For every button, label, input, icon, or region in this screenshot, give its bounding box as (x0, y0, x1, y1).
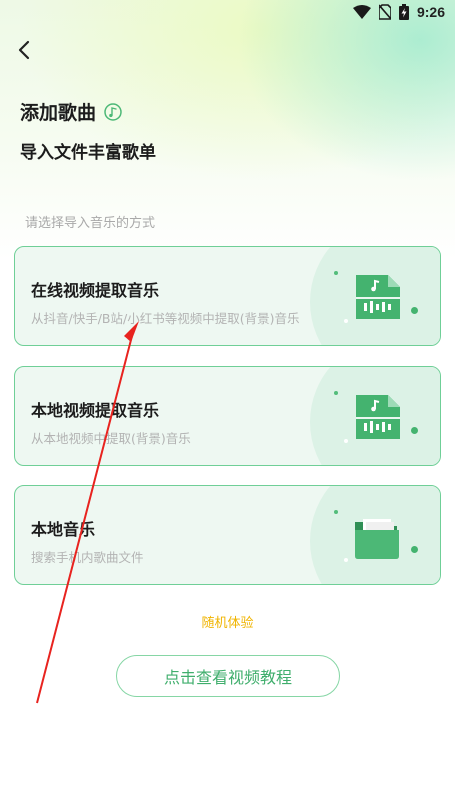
music-note-icon (104, 102, 122, 121)
decor-dot (411, 427, 418, 434)
no-sim-icon (378, 4, 391, 20)
decor-dot (411, 546, 418, 553)
title-row: 添加歌曲 (20, 98, 122, 125)
card-title: 本地音乐 (31, 522, 96, 539)
audio-file-icon (356, 275, 400, 319)
online-video-extract-card[interactable]: 在线视频提取音乐 从抖音/快手/B站/小红书等视频中提取(背景)音乐 (14, 246, 441, 346)
decor-dot (344, 558, 348, 562)
battery-icon (398, 4, 409, 20)
local-video-extract-card[interactable]: 本地视频提取音乐 从本地视频中提取(背景)音乐 (14, 366, 441, 466)
decor-dot (411, 307, 418, 314)
decor-dot (334, 391, 338, 395)
page-title: 添加歌曲 (20, 103, 97, 124)
card-description: 从本地视频中提取(背景)音乐 (31, 431, 191, 446)
page-subtitle: 导入文件丰富歌单 (20, 143, 156, 162)
import-method-hint: 请选择导入音乐的方式 (25, 216, 156, 231)
card-title: 在线视频提取音乐 (31, 283, 160, 300)
folder-icon (355, 519, 399, 559)
chevron-left-icon (18, 40, 30, 60)
card-description: 搜索手机内歌曲文件 (31, 550, 144, 565)
decor-dot (334, 510, 338, 514)
decor-dot (344, 439, 348, 443)
random-experience-link[interactable]: 随机体验 (0, 612, 455, 631)
decor-dot (344, 319, 348, 323)
back-button[interactable] (10, 36, 38, 64)
status-time: 9:26 (416, 4, 445, 20)
wifi-icon (352, 5, 371, 19)
audio-file-icon (356, 395, 400, 439)
video-tutorial-button[interactable]: 点击查看视频教程 (116, 655, 340, 697)
decor-dot (334, 271, 338, 275)
card-title: 本地视频提取音乐 (31, 403, 160, 420)
status-bar: 9:26 (0, 0, 455, 24)
card-description: 从抖音/快手/B站/小红书等视频中提取(背景)音乐 (31, 311, 300, 326)
local-music-card[interactable]: 本地音乐 搜索手机内歌曲文件 (14, 485, 441, 585)
